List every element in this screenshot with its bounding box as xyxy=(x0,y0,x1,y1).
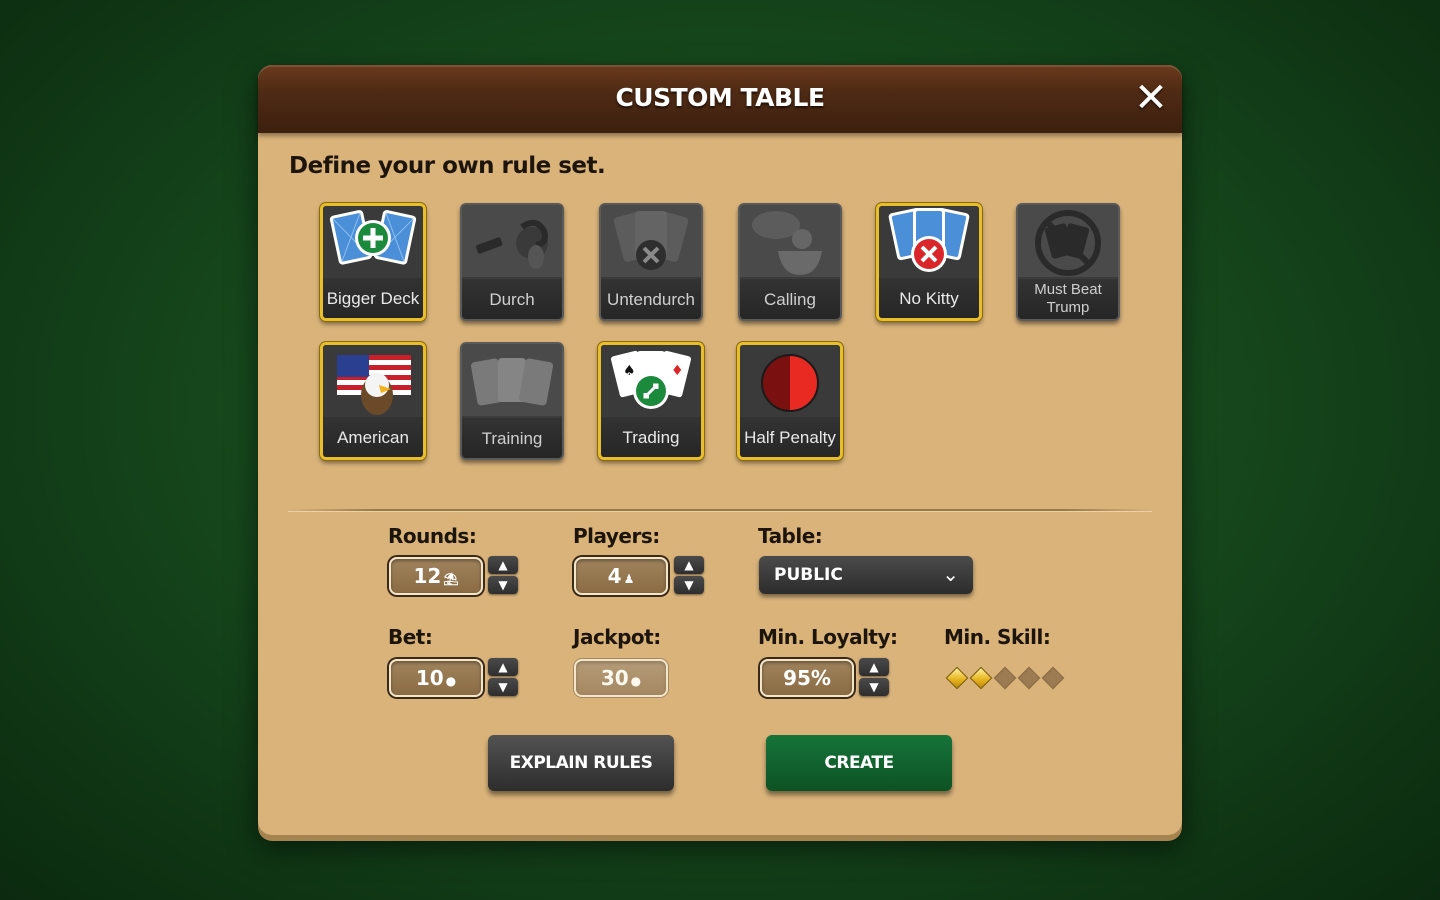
ram-icon xyxy=(462,205,562,277)
skill-rating[interactable] xyxy=(945,666,1065,690)
jackpot-label: Jackpot: xyxy=(573,625,661,649)
bet-stepper: ▲ ▼ xyxy=(488,658,518,696)
speech-bubble-icon xyxy=(740,205,840,277)
rule-untendurch[interactable]: Untendurch xyxy=(599,203,703,321)
rule-durch[interactable]: Durch xyxy=(460,203,564,321)
rule-label: Trading xyxy=(601,417,701,457)
chip-icon: ● xyxy=(445,674,457,688)
rule-american[interactable]: American xyxy=(320,342,426,460)
rule-half-penalty[interactable]: Half Penalty xyxy=(737,342,843,460)
loyalty-decrement[interactable]: ▼ xyxy=(859,678,889,696)
rule-label: Calling xyxy=(740,279,840,319)
explain-rules-button[interactable]: EXPLAIN RULES xyxy=(488,735,674,791)
table-label: Table: xyxy=(758,524,823,548)
player-icon: ♟ xyxy=(623,572,635,586)
dialog-title: CUSTOM TABLE xyxy=(615,83,825,112)
rounds-field: 12 ⛱ xyxy=(389,557,483,595)
rounds-value: 12 xyxy=(413,564,442,588)
jackpot-field: 30 ● xyxy=(574,659,668,697)
diamond-icon[interactable] xyxy=(969,666,993,690)
table-visibility-value: PUBLIC xyxy=(774,565,843,585)
jackpot-value: 30 xyxy=(600,666,629,690)
players-stepper: ▲ ▼ xyxy=(674,556,704,594)
diamond-icon[interactable] xyxy=(1017,666,1041,690)
rule-label: Untendurch xyxy=(601,279,701,319)
rule-trading[interactable]: ♠ ♦ Trading xyxy=(598,342,704,460)
cards-fan-icon xyxy=(462,344,562,416)
rule-label: Durch xyxy=(462,279,562,319)
bet-increment[interactable]: ▲ xyxy=(488,658,518,676)
diamond-icon[interactable] xyxy=(945,666,969,690)
rule-training[interactable]: Training xyxy=(460,342,564,460)
rule-no-kitty[interactable]: No Kitty xyxy=(876,203,982,321)
create-button[interactable]: CREATE xyxy=(766,735,952,791)
cards-plus-icon xyxy=(323,206,423,278)
rule-calling[interactable]: Calling xyxy=(738,203,842,321)
rounds-stepper: ▲ ▼ xyxy=(488,556,518,594)
custom-table-dialog: CUSTOM TABLE ✕ Define your own rule set.… xyxy=(258,65,1182,835)
bet-value: 10 xyxy=(415,666,444,690)
players-decrement[interactable]: ▼ xyxy=(674,576,704,594)
eagle-flag-icon xyxy=(323,345,423,417)
loyalty-stepper: ▲ ▼ xyxy=(859,658,889,696)
half-circle-icon xyxy=(740,345,840,417)
loyalty-label: Min. Loyalty: xyxy=(758,625,898,649)
dialog-header: CUSTOM TABLE ✕ xyxy=(258,65,1182,133)
bet-field: 10 ● xyxy=(389,659,483,697)
cards-swap-icon: ♠ ♦ xyxy=(601,345,701,417)
svg-text:♦: ♦ xyxy=(671,363,684,379)
rounds-decrement[interactable]: ▼ xyxy=(488,576,518,594)
rule-set-heading: Define your own rule set. xyxy=(289,153,606,179)
rounds-label: Rounds: xyxy=(388,524,477,548)
loyalty-value: 95% xyxy=(783,666,831,690)
rule-bigger-deck[interactable]: Bigger Deck xyxy=(320,203,426,321)
chevron-down-icon: ⌄ xyxy=(942,562,959,586)
rounds-increment[interactable]: ▲ xyxy=(488,556,518,574)
rule-label: Half Penalty xyxy=(740,417,840,457)
loyalty-increment[interactable]: ▲ xyxy=(859,658,889,676)
loyalty-field: 95% xyxy=(760,659,854,697)
no-card-icon xyxy=(1018,205,1118,277)
close-button[interactable]: ✕ xyxy=(1132,78,1170,118)
table-icon: ⛱ xyxy=(443,572,459,586)
table-visibility-select[interactable]: PUBLIC ⌄ xyxy=(759,556,973,594)
cards-x-icon xyxy=(879,206,979,278)
players-label: Players: xyxy=(573,524,660,548)
skill-label: Min. Skill: xyxy=(944,625,1051,649)
rule-label: Training xyxy=(462,418,562,458)
players-field: 4 ♟ xyxy=(574,557,668,595)
bet-label: Bet: xyxy=(388,625,433,649)
cards-x-icon xyxy=(601,205,701,277)
players-increment[interactable]: ▲ xyxy=(674,556,704,574)
rule-label: American xyxy=(323,417,423,457)
diamond-icon[interactable] xyxy=(1041,666,1065,690)
rule-label: Bigger Deck xyxy=(323,278,423,318)
section-divider xyxy=(288,509,1152,511)
rule-label: No Kitty xyxy=(879,278,979,318)
rule-must-beat-trump[interactable]: Must Beat Trump xyxy=(1016,203,1120,321)
bet-decrement[interactable]: ▼ xyxy=(488,678,518,696)
diamond-icon[interactable] xyxy=(993,666,1017,690)
rule-label: Must Beat Trump xyxy=(1018,279,1118,319)
chip-icon: ● xyxy=(630,674,642,688)
players-value: 4 xyxy=(607,564,622,588)
svg-text:♠: ♠ xyxy=(623,363,636,379)
